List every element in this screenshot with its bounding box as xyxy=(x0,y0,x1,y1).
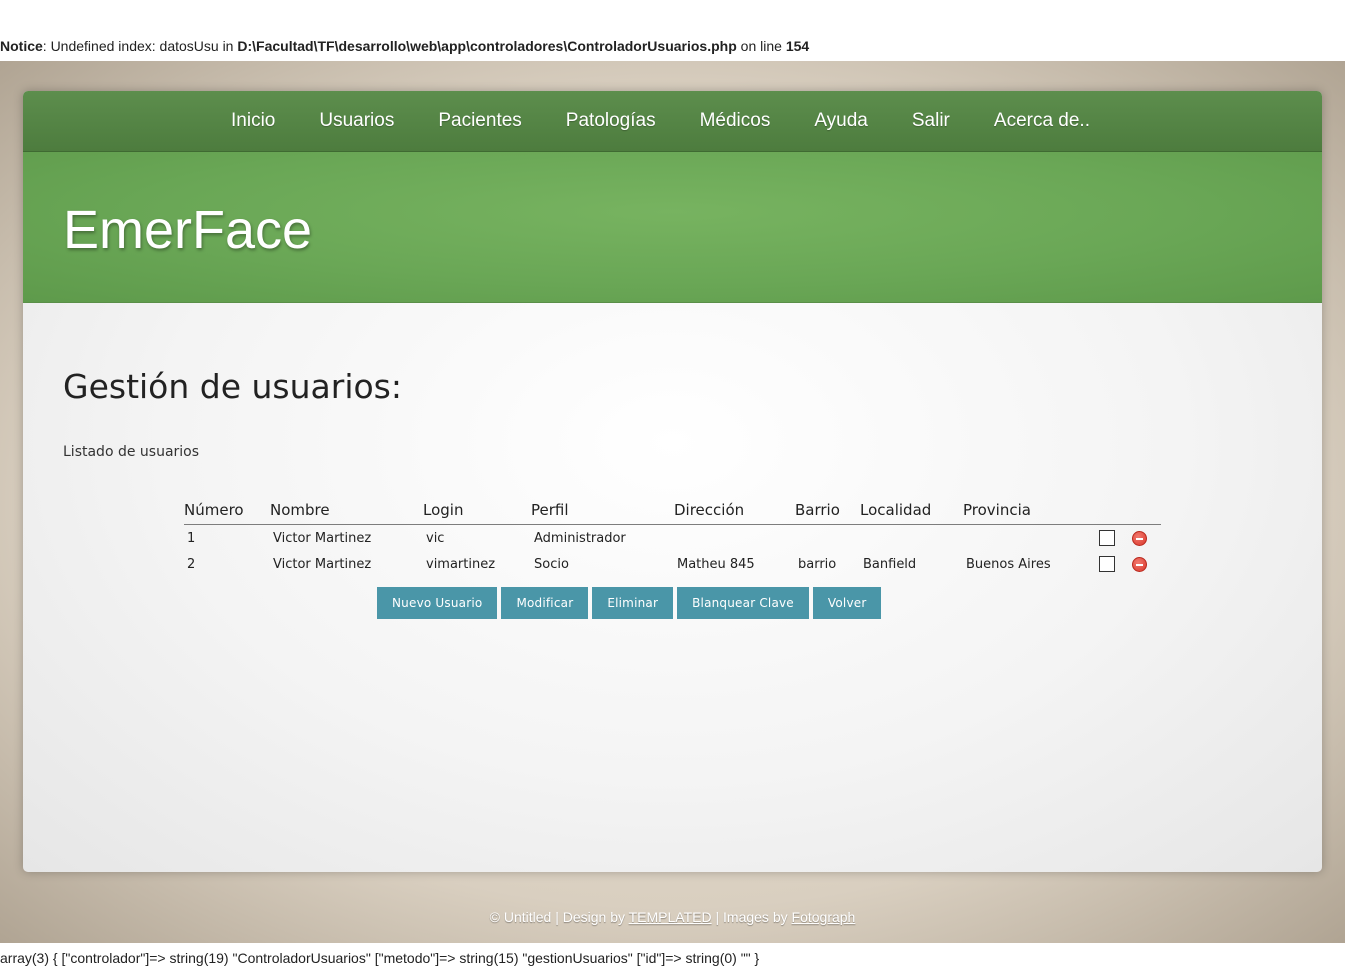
cell-localidad: Banfield xyxy=(863,556,917,572)
header-provincia: Provincia xyxy=(963,496,1096,525)
nav-item-medicos[interactable]: Médicos xyxy=(700,110,771,132)
reset-password-button[interactable]: Blanquear Clave xyxy=(677,587,809,619)
row-select-checkbox[interactable] xyxy=(1099,530,1115,546)
header-localidad: Localidad xyxy=(860,496,963,525)
site-title: EmerFace xyxy=(63,200,313,260)
header-remove xyxy=(1129,496,1161,525)
new-user-button[interactable]: Nuevo Usuario xyxy=(377,587,498,619)
nav-item-acerca-de[interactable]: Acerca de.. xyxy=(994,110,1090,132)
header-numero: Número xyxy=(184,496,270,525)
footer-copyright: © Untitled | Design by xyxy=(489,909,629,925)
footer: © Untitled | Design by TEMPLATED | Image… xyxy=(0,909,1345,925)
header-nombre: Nombre xyxy=(270,496,423,525)
nav-item-ayuda[interactable]: Ayuda xyxy=(814,110,868,132)
footer-templated-link[interactable]: TEMPLATED xyxy=(629,909,712,925)
table-header-row: Número Nombre Login Perfil Dirección Bar… xyxy=(184,496,1161,525)
nav-item-salir[interactable]: Salir xyxy=(912,110,950,132)
footer-fotograph-link[interactable]: Fotograph xyxy=(792,909,856,925)
nav-item-patologias[interactable]: Patologías xyxy=(566,110,656,132)
nav-item-pacientes[interactable]: Pacientes xyxy=(438,110,521,132)
header-login: Login xyxy=(423,496,531,525)
top-nav: Inicio Usuarios Pacientes Patologías Méd… xyxy=(23,91,1322,152)
nav-item-usuarios[interactable]: Usuarios xyxy=(319,110,394,132)
header-barrio: Barrio xyxy=(795,496,860,525)
cell-provincia: Buenos Aires xyxy=(966,556,1051,572)
header-perfil: Perfil xyxy=(531,496,674,525)
row-select-checkbox[interactable] xyxy=(1099,556,1115,572)
php-notice: Notice: Undefined index: datosUsu in D:\… xyxy=(0,37,809,55)
remove-icon[interactable] xyxy=(1132,556,1147,572)
cell-numero: 2 xyxy=(187,556,196,572)
cell-login: vimartinez xyxy=(426,556,496,572)
users-table: Número Nombre Login Perfil Dirección Bar… xyxy=(184,496,1161,577)
delete-button[interactable]: Eliminar xyxy=(592,587,674,619)
cell-nombre: Victor Martinez xyxy=(273,556,372,572)
cell-perfil: Socio xyxy=(534,556,569,572)
cell-direccion: Matheu 845 xyxy=(677,556,755,572)
debug-dump: array(3) { ["controlador"]=> string(19) … xyxy=(0,950,760,966)
header-select xyxy=(1096,496,1129,525)
notice-line: 154 xyxy=(785,38,810,54)
notice-on-line: on line xyxy=(736,38,786,54)
cell-perfil: Administrador xyxy=(534,530,626,546)
notice-path: D:\Facultad\TF\desarrollo\web\app\contro… xyxy=(237,38,737,54)
table-row: 2 Victor Martinez vimartinez Socio Mathe… xyxy=(184,551,1161,577)
notice-message: : Undefined index: datosUsu in xyxy=(42,38,238,54)
cell-localidad xyxy=(860,525,963,552)
nav-item-inicio[interactable]: Inicio xyxy=(231,110,275,132)
main-wrapper: Inicio Usuarios Pacientes Patologías Méd… xyxy=(23,91,1322,872)
notice-label: Notice xyxy=(0,38,43,54)
table-row: 1 Victor Martinez vic Administrador xyxy=(184,525,1161,552)
footer-images-by: | Images by xyxy=(711,909,792,925)
cell-numero: 1 xyxy=(187,530,196,546)
header-direccion: Dirección xyxy=(674,496,795,525)
remove-icon[interactable] xyxy=(1132,530,1147,546)
cell-barrio xyxy=(795,525,860,552)
cell-direccion xyxy=(674,525,795,552)
action-buttons: Nuevo Usuario Modificar Eliminar Blanque… xyxy=(377,587,882,619)
modify-button[interactable]: Modificar xyxy=(501,587,589,619)
cell-nombre: Victor Martinez xyxy=(273,530,372,546)
list-subtitle: Listado de usuarios xyxy=(63,444,200,460)
cell-login: vic xyxy=(426,530,445,546)
back-button[interactable]: Volver xyxy=(812,587,882,619)
page-title: Gestión de usuarios: xyxy=(63,367,402,406)
header-banner: EmerFace xyxy=(23,152,1322,303)
cell-barrio: barrio xyxy=(798,556,837,572)
cell-provincia xyxy=(963,525,1096,552)
